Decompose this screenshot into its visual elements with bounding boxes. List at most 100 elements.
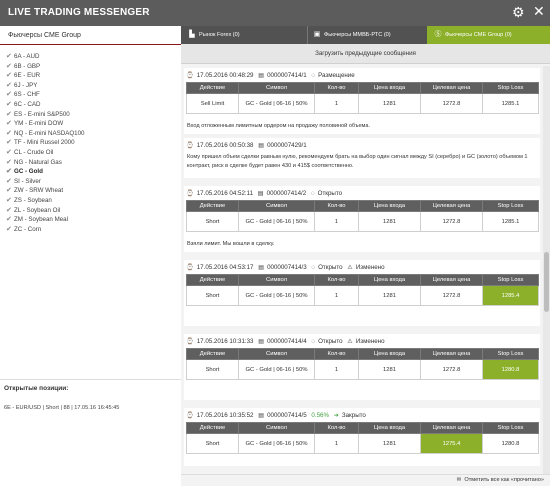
cell-action: Short (186, 285, 239, 306)
sidebar-item-tf[interactable]: ✔ TF - Mini Russel 2000 (6, 138, 176, 148)
closed-icon: ➔ (333, 412, 339, 419)
message-card: ⌚ 17.05.2016 04:53:17 ▤ 0000007414/3 ◌ Откр… (184, 260, 540, 326)
message-card: ⌚ 17.05.2016 10:31:33 ▤ 0000007414/4 ◌ Откр… (184, 334, 540, 400)
sidebar-item-label: 6C - CAD (14, 100, 41, 108)
check-icon: ✔ (6, 139, 12, 147)
check-icon: ✔ (6, 148, 12, 156)
sidebar-item-6j[interactable]: ✔ 6J - JPY (6, 81, 176, 91)
message-text: Кому пришел объем сделки равным нулю, ре… (187, 154, 528, 169)
main-panel: ▙ Рынок Forex (0) ▣ Фьючерсы ММВБ-РТС (0) … (181, 26, 550, 486)
sidebar-item-label: 6B - GBP (14, 62, 41, 70)
cell-qty: 1 (314, 93, 359, 114)
sidebar-divider (0, 44, 181, 45)
table-row: Short GC - Gold | 06-16 | 50% 1 1281 1272.8 1… (186, 211, 539, 232)
message-id: 0000007414/3 (267, 264, 307, 271)
sidebar-item-label: CL - Crude Oil (14, 148, 54, 156)
check-icon: ✔ (6, 216, 12, 224)
message-id: 0000007429/1 (267, 142, 307, 149)
sidebar-item-6e[interactable]: ✔ 6E - EUR (6, 71, 176, 81)
status-icon: ◌ (310, 190, 315, 197)
sidebar-item-ng[interactable]: ✔ NG - Natural Gas (6, 158, 176, 168)
column-header: Цена входа (358, 82, 421, 94)
sidebar-item-zs[interactable]: ✔ ZS - Soybean (6, 196, 176, 206)
sidebar-item-cl[interactable]: ✔ CL - Crude Oil (6, 148, 176, 158)
message-card: ⌚ 17.05.2016 04:52:11 ▤ 0000007414/2 ◌ Откр… (184, 186, 540, 252)
message-card: ⌚ 17.05.2016 00:48:29 ▤ 0000007414/1 ◌ Разм… (184, 68, 540, 134)
clock-icon: ⌚ (186, 412, 194, 419)
sidebar-item-6b[interactable]: ✔ 6B - GBP (6, 62, 176, 72)
feed-scrollbar[interactable] (543, 66, 550, 474)
table-row: Short GC - Gold | 06-16 | 50% 1 1281 1275.4 1… (186, 433, 539, 454)
message-status: Открыто (318, 264, 343, 271)
sidebar-item-nq[interactable]: ✔ NQ - E-mini NASDAQ100 (6, 129, 176, 139)
sidebar-item-es[interactable]: ✔ ES - E-mini S&P500 (6, 110, 176, 120)
column-header: Кол-во (314, 200, 359, 212)
cell-entry: 1281 (358, 433, 421, 454)
load-previous-button[interactable]: Загрузить предыдущие сообщения (181, 44, 550, 64)
open-position-item[interactable]: 6E - EUR/USD | Short | 88 | 17.05.16 16:… (4, 405, 119, 411)
table-row: Short GC - Gold | 06-16 | 50% 1 1281 1272.8 1… (186, 359, 539, 380)
cell-qty: 1 (314, 285, 359, 306)
cell-qty: 1 (314, 433, 359, 454)
message-text: Взяли лимит. Мы вошли в сделку. (187, 241, 275, 247)
cell-target-changed: 1275.4 (420, 433, 483, 454)
check-icon: ✔ (6, 120, 12, 128)
message-header: ⌚ 17.05.2016 10:35:52 ▤ 0000007414/5 0.56%… (186, 411, 369, 419)
trade-table: Действие Символ Кол-во Цена входа Целевая це… (186, 348, 539, 380)
title-bar: LIVE TRADING MESSENGER ⚙ ✕ (0, 0, 550, 26)
check-icon: ✔ (6, 187, 12, 195)
message-card: ⌚ 17.05.2016 10:35:52 ▤ 0000007414/5 0.56%… (184, 408, 540, 466)
message-header: ⌚ 17.05.2016 10:31:33 ▤ 0000007414/4 ◌ Откр… (186, 337, 388, 345)
sidebar-item-6c[interactable]: ✔ 6C - CAD (6, 100, 176, 110)
check-icon: ✔ (6, 100, 12, 108)
column-header: Кол-во (314, 348, 359, 360)
cell-symbol: GC - Gold | 06-16 | 50% (238, 93, 315, 114)
sidebar-item-ym[interactable]: ✔ YM - E-mini DOW (6, 119, 176, 129)
tab-cme-group[interactable]: Ⓢ Фьючерсы CME Group (0) (427, 26, 550, 44)
sidebar-item-label: ZC - Corn (14, 225, 42, 233)
trade-table: Действие Символ Кол-во Цена входа Целевая це… (186, 82, 539, 114)
trade-table: Действие Символ Кол-во Цена входа Целевая це… (186, 274, 539, 306)
sidebar-item-zl[interactable]: ✔ ZL - Soybean Oil (6, 206, 176, 216)
sidebar-item-label: SI - Silver (14, 177, 41, 185)
sidebar-item-gc[interactable]: ✔ GC - Gold (6, 167, 176, 177)
column-header: Stop Loss (482, 422, 539, 434)
tab-micex-rts[interactable]: ▣ Фьючерсы ММВБ-РТС (0) (307, 26, 422, 44)
cell-entry: 1281 (358, 93, 421, 114)
sidebar-item-si[interactable]: ✔ SI - Silver (6, 177, 176, 187)
message-datetime: 17.05.2016 10:31:33 (196, 338, 254, 345)
cell-symbol: GC - Gold | 06-16 | 50% (238, 359, 315, 380)
mark-all-read-button[interactable]: ✉ Отметить все как «прочитано» (457, 477, 544, 483)
message-changed: Изменено (355, 338, 385, 345)
check-icon: ✔ (6, 81, 12, 89)
tab-forex[interactable]: ▙ Рынок Forex (0) (187, 26, 302, 44)
tab-label: Рынок Forex (0) (199, 32, 240, 38)
clock-icon: ⌚ (186, 338, 194, 345)
close-icon[interactable]: ✕ (533, 4, 547, 18)
column-header: Кол-во (314, 274, 359, 286)
cell-stop-loss: 1285.1 (482, 93, 539, 114)
cell-qty: 1 (314, 211, 359, 232)
dollar-icon: Ⓢ (434, 31, 442, 38)
message-id: 0000007414/4 (267, 338, 307, 345)
open-positions-divider (0, 379, 181, 380)
sidebar-item-6s[interactable]: ✔ 6S - CHF (6, 90, 176, 100)
sidebar-item-zm[interactable]: ✔ ZM - Soybean Meal (6, 215, 176, 225)
sidebar-item-6a[interactable]: ✔ 6A - AUD (6, 52, 176, 62)
cell-action: Short (186, 359, 239, 380)
sidebar-item-label: 6E - EUR (14, 72, 41, 80)
sidebar-item-zw[interactable]: ✔ ZW - SRW Wheat (6, 186, 176, 196)
sidebar-item-zc[interactable]: ✔ ZC - Corn (6, 225, 176, 235)
scrollbar-thumb[interactable] (544, 252, 549, 312)
envelope-icon: ✉ (456, 477, 462, 483)
column-header: Stop Loss (482, 200, 539, 212)
column-header: Символ (238, 200, 315, 212)
gear-icon[interactable]: ⚙ (512, 5, 526, 19)
message-status: Размещение (318, 72, 355, 79)
cell-qty: 1 (314, 359, 359, 380)
message-profit: 0.56% (311, 412, 329, 419)
column-header: Символ (238, 422, 315, 434)
document-icon: ▤ (258, 142, 265, 149)
message-card: ⌚ 17.05.2016 00:50:38 ▤ 0000007429/1 Кому … (184, 138, 540, 178)
message-text: Вход отложенным лимитным ордером на прод… (187, 123, 371, 129)
